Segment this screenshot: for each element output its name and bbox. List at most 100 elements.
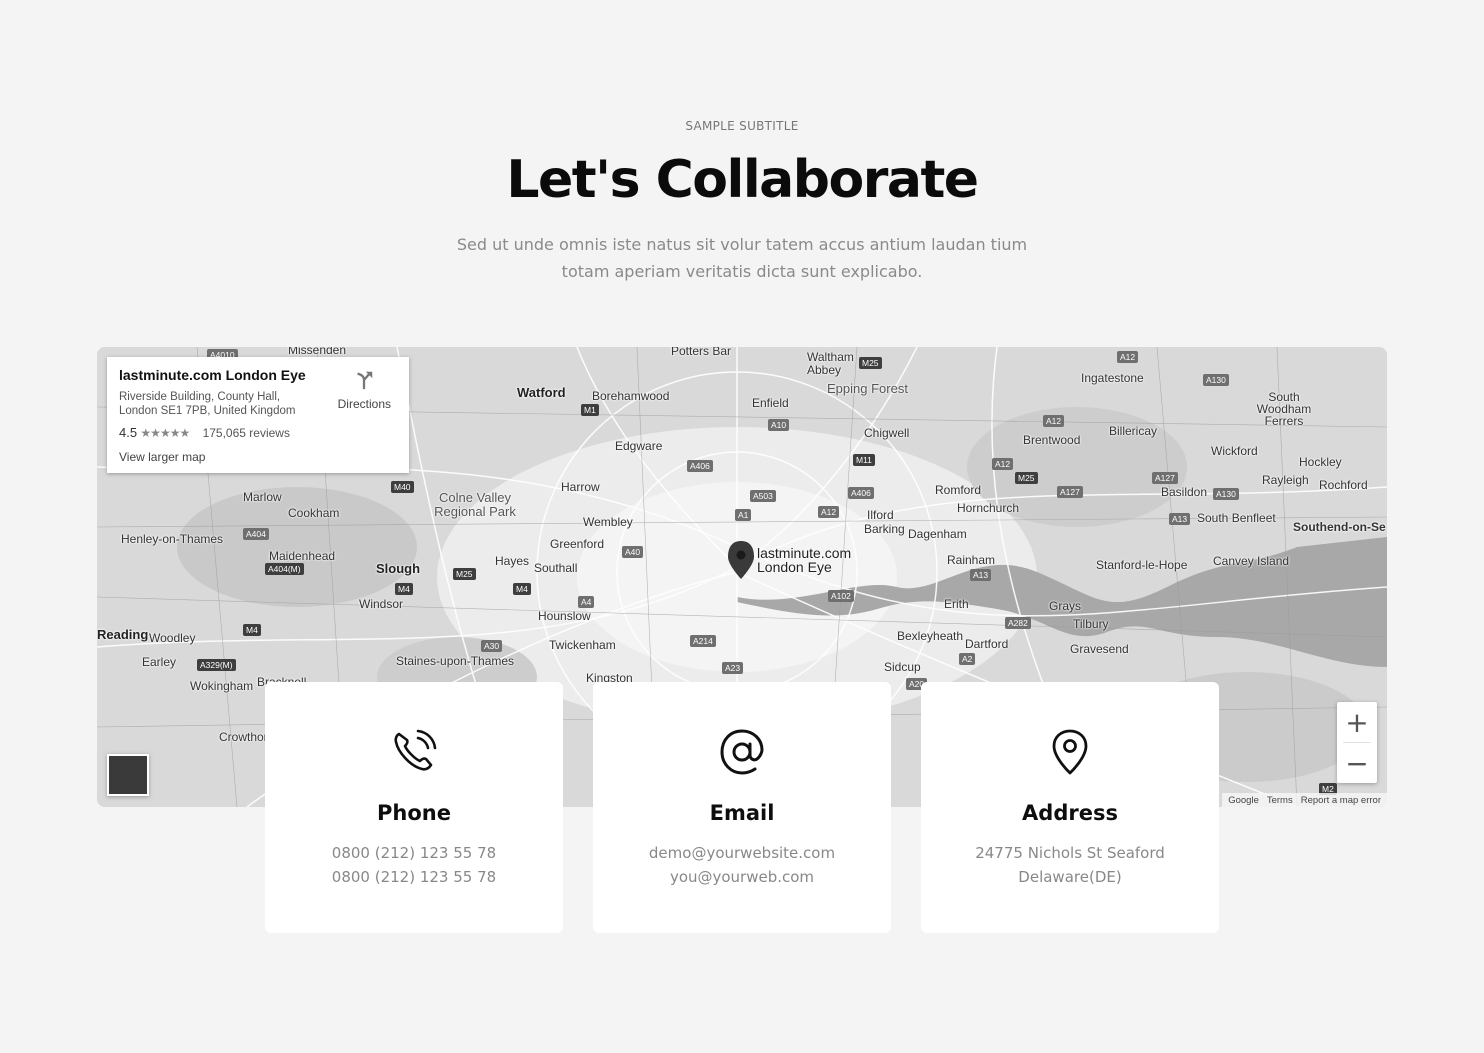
directions-label: Directions	[337, 397, 391, 411]
map-place-label: Waltham Abbey	[807, 350, 854, 377]
map-road-shield: A127	[1057, 486, 1083, 498]
map-place-label: Barking	[864, 522, 905, 536]
satellite-toggle-button[interactable]	[107, 754, 149, 796]
map-road-shield: A102	[828, 590, 854, 602]
map-place-label: South Benfleet	[1197, 511, 1276, 525]
review-count[interactable]: 175,065 reviews	[203, 426, 290, 440]
pin-label[interactable]: lastminute.com London Eye	[757, 546, 851, 574]
map-place-label: Colne Valley Regional Park	[434, 490, 516, 519]
map-place-label: Chigwell	[864, 426, 910, 440]
map-place-label: Bexleyheath	[897, 629, 964, 643]
map-place-label: Greenford	[550, 537, 605, 551]
map-road-shield: A406	[848, 487, 874, 499]
terms-link[interactable]: Terms	[1267, 795, 1293, 807]
map-place-label: Ingatestone	[1081, 371, 1144, 385]
map-place-label: Woodley	[149, 631, 196, 645]
map-place-label: Enfield	[752, 396, 789, 410]
zoom-controls: + −	[1337, 702, 1377, 783]
pin-label-line-2: London Eye	[757, 559, 832, 575]
map-road-shield: A12	[818, 506, 840, 518]
address-line-1: Riverside Building, County Hall,	[119, 391, 281, 403]
map-road-shield: A130	[1203, 374, 1229, 386]
map-place-label: Hockley	[1299, 455, 1342, 469]
phone-icon	[394, 729, 437, 771]
map-place-label: Grays	[1049, 599, 1082, 613]
map-road-shield: A404(M)	[265, 563, 304, 575]
map-road-shield: A40	[622, 546, 644, 558]
map-road-shield: A282	[1005, 617, 1031, 629]
map-road-shield: M4	[513, 583, 531, 595]
map-place-label: Twickenham	[549, 638, 616, 652]
map-road-shield: A127	[1152, 472, 1178, 484]
map-place-label: Basildon	[1161, 485, 1208, 499]
email-card: Email demo@yourwebsite.com you@yourweb.c…	[593, 682, 891, 933]
map-place-label: Romford	[935, 483, 982, 497]
map-place-label: Harrow	[561, 480, 600, 494]
at-sign-icon	[720, 729, 764, 775]
map-road-shield: M25	[859, 357, 882, 369]
map-place-label: Dagenham	[908, 527, 967, 541]
map-place-label: Missenden	[288, 347, 347, 357]
place-address: Riverside Building, County Hall, London …	[119, 390, 319, 418]
view-larger-map-link[interactable]: View larger map	[119, 450, 397, 464]
map-place-label: Maidenhead	[269, 549, 336, 563]
map-place-label: Brentwood	[1023, 433, 1081, 447]
map-place-label: Slough	[376, 561, 421, 576]
map-place-label: Dartford	[965, 637, 1009, 651]
map-place-label: Erith	[944, 597, 969, 611]
map-place-label: Edgware	[615, 439, 663, 453]
map-road-shield: A23	[722, 662, 744, 674]
zoom-out-button[interactable]: −	[1337, 743, 1377, 783]
section-title: Let's Collaborate	[506, 150, 979, 210]
place-rating: 4.5 ★★★★★ 175,065 reviews	[119, 425, 397, 440]
address-line-1: 24775 Nichols St Seaford	[975, 844, 1165, 862]
map-road-shield: A1	[735, 509, 752, 521]
map-info-card: lastminute.com London Eye Riverside Buil…	[107, 357, 409, 473]
email-address-2[interactable]: you@yourweb.com	[593, 868, 891, 886]
map-place-label: Reading	[97, 627, 149, 642]
map-place-label: Tilbury	[1073, 617, 1109, 631]
card-title: Address	[1022, 801, 1118, 825]
phone-number-1[interactable]: 0800 (212) 123 55 78	[265, 844, 563, 862]
directions-icon	[357, 371, 373, 390]
zoom-in-button[interactable]: +	[1337, 702, 1377, 742]
email-address-1[interactable]: demo@yourwebsite.com	[593, 844, 891, 862]
map-attribution: Google Terms Report a map error	[1222, 793, 1387, 807]
directions-button[interactable]: Directions	[338, 369, 391, 411]
map-road-shield: A12	[992, 458, 1014, 470]
map-road-shield: A30	[481, 640, 503, 652]
map-place-label: Billericay	[1109, 424, 1158, 438]
map-place-label: Earley	[142, 655, 177, 669]
attribution-google: Google	[1228, 795, 1259, 806]
map-road-shield: A10	[768, 419, 790, 431]
map-place-label: Cookham	[288, 506, 340, 520]
map-place-label: Ilford	[867, 508, 894, 522]
map-road-shield: M40	[391, 481, 414, 493]
pin-label-line-1: lastminute.com	[757, 545, 852, 561]
map-road-shield: M1	[581, 404, 599, 416]
rating-stars-icon: ★★★★★	[140, 426, 190, 440]
map-place-label: Potters Bar	[671, 347, 732, 358]
map-place-label: South Woodham Ferrers	[1256, 390, 1312, 428]
map-place-label: Stanford-le-Hope	[1096, 558, 1188, 572]
phone-number-2[interactable]: 0800 (212) 123 55 78	[265, 868, 563, 886]
map-road-shield: M4	[243, 624, 261, 636]
map-road-shield: A2	[959, 653, 976, 665]
map-road-shield: A214	[690, 635, 716, 647]
map-place-label: Hayes	[495, 554, 530, 568]
map-place-label: Watford	[517, 385, 566, 400]
card-title: Email	[709, 801, 775, 825]
address-line-2: Delaware(DE)	[1018, 868, 1122, 886]
map-place-label: Sidcup	[884, 660, 921, 674]
report-map-error-link[interactable]: Report a map error	[1301, 795, 1381, 807]
card-title: Phone	[377, 801, 451, 825]
map-place-label: Gravesend	[1070, 642, 1129, 656]
map-road-shield: A13	[1169, 513, 1191, 525]
map-road-shield: M25	[453, 568, 476, 580]
map-place-label: Wembley	[583, 515, 633, 529]
map-road-shield: A329(M)	[197, 659, 236, 671]
address-card: Address 24775 Nichols St Seaford Delawar…	[921, 682, 1219, 933]
map-place-label: Wickford	[1211, 444, 1258, 458]
map-road-shield: A406	[687, 460, 713, 472]
map-place-label: Rayleigh	[1262, 473, 1309, 487]
